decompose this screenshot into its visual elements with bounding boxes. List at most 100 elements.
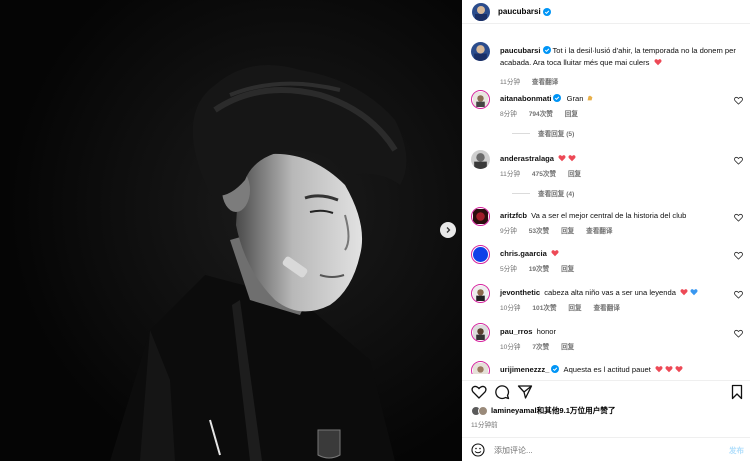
emoji-icon[interactable] bbox=[471, 443, 485, 457]
view-replies-link[interactable]: 查看回复 (4) bbox=[512, 188, 574, 198]
heart-icon bbox=[675, 366, 683, 373]
comment-username[interactable]: aritzfcb bbox=[500, 211, 527, 220]
commenter-avatar[interactable] bbox=[471, 361, 490, 374]
player-photo-image bbox=[0, 0, 462, 461]
like-comment-heart-icon[interactable] bbox=[734, 96, 743, 105]
heart-icon bbox=[568, 155, 576, 162]
comment-input[interactable] bbox=[494, 443, 694, 457]
caption-username[interactable]: paucubarsi bbox=[500, 46, 541, 55]
post-time: 11分钟前 bbox=[471, 422, 498, 429]
reply-button[interactable]: 回复 bbox=[561, 266, 574, 273]
comment-text: aritzfcb Va a ser el mejor central de la… bbox=[500, 210, 736, 222]
comment-text: pau_rros honor bbox=[500, 326, 736, 338]
like-comment-heart-icon[interactable] bbox=[734, 213, 743, 222]
comment-meta: 10分钟 7次赞 回复 bbox=[500, 341, 584, 351]
save-bookmark-icon[interactable] bbox=[729, 384, 745, 400]
like-comment-heart-icon[interactable] bbox=[734, 156, 743, 165]
heart-icon bbox=[654, 59, 662, 66]
comment-meta: 8分钟 794次赞 回复 bbox=[500, 108, 588, 118]
liker-avatar bbox=[478, 405, 488, 416]
translate-link[interactable]: 查看翻译 bbox=[593, 305, 619, 312]
comment-time: 5分钟 bbox=[500, 266, 517, 273]
likes-summary[interactable]: lamineyamal和其他9.1万位用户赞了 bbox=[471, 405, 616, 416]
commenter-avatar[interactable] bbox=[471, 284, 490, 303]
comment-meta: 11分钟 475次赞 回复 bbox=[500, 168, 591, 178]
reply-button[interactable]: 回复 bbox=[561, 344, 574, 351]
comment-likes[interactable]: 19次赞 bbox=[529, 266, 550, 273]
caption-text: paucubarsi Tot i la desil·lusió d'ahir, … bbox=[500, 45, 736, 69]
comment-text: chris.gaarcia bbox=[500, 248, 736, 260]
comment-likes[interactable]: 475次赞 bbox=[532, 171, 556, 178]
commenter-avatar[interactable] bbox=[471, 150, 490, 169]
comment-meta: 10分钟 101次赞 回复 查看翻译 bbox=[500, 302, 630, 312]
comment-bubble-icon[interactable] bbox=[494, 384, 510, 400]
next-photo-button[interactable] bbox=[440, 222, 456, 238]
comment-body: Aquesta es l actitud pauet bbox=[563, 365, 651, 374]
like-comment-heart-icon[interactable] bbox=[734, 329, 743, 338]
translate-link[interactable]: 查看翻译 bbox=[586, 228, 612, 235]
comment-item: urijimenezzz_ Aquesta es l actitud pauet bbox=[471, 361, 747, 374]
post-comment-button[interactable]: 发布 bbox=[729, 445, 744, 456]
translate-link[interactable]: 查看翻译 bbox=[532, 79, 558, 86]
reply-button[interactable]: 回复 bbox=[561, 228, 574, 235]
comment-time: 9分钟 bbox=[500, 228, 517, 235]
comment-username[interactable]: jevonthetic bbox=[500, 288, 540, 297]
comment-time: 10分钟 bbox=[500, 305, 521, 312]
comment-list: paucubarsi Tot i la desil·lusió d'ahir, … bbox=[462, 34, 750, 374]
comment-item: aitanabonmati Gran 8分钟 794次赞 回复 查看回复 (5) bbox=[471, 90, 747, 140]
comment-meta: 5分钟 19次赞 回复 bbox=[500, 263, 584, 273]
like-comment-heart-icon[interactable] bbox=[734, 251, 743, 260]
post-photo bbox=[0, 0, 462, 461]
comment-text: aitanabonmati Gran bbox=[500, 93, 736, 105]
comment-body: honor bbox=[536, 327, 557, 336]
caption-time: 11分钟 bbox=[500, 79, 521, 86]
heart-icon bbox=[655, 366, 663, 373]
comment-item: pau_rros honor 10分钟 7次赞 回复 bbox=[471, 323, 747, 355]
blue-heart-icon bbox=[690, 289, 698, 296]
post-header: paucubarsi bbox=[462, 0, 750, 24]
comment-username[interactable]: urijimenezzz_ bbox=[500, 365, 549, 374]
like-heart-icon[interactable] bbox=[471, 384, 487, 400]
like-comment-heart-icon[interactable] bbox=[734, 290, 743, 299]
verified-badge-icon bbox=[542, 46, 551, 54]
comment-username[interactable]: chris.gaarcia bbox=[500, 249, 547, 258]
author-username[interactable]: paucubarsi bbox=[498, 7, 541, 16]
commenter-avatar[interactable] bbox=[471, 207, 490, 226]
comment-text: jevonthetic cabeza alta niño vas a ser u… bbox=[500, 287, 736, 299]
comment-meta: 9分钟 53次赞 回复 查看翻译 bbox=[500, 225, 622, 235]
author-avatar[interactable] bbox=[472, 2, 490, 21]
comment-item: jevonthetic cabeza alta niño vas a ser u… bbox=[471, 284, 747, 316]
commenter-avatar[interactable] bbox=[471, 245, 490, 264]
comment-text: urijimenezzz_ Aquesta es l actitud pauet bbox=[500, 364, 736, 374]
comment-item: aritzfcb Va a ser el mejor central de la… bbox=[471, 207, 747, 239]
comment-username[interactable]: pau_rros bbox=[500, 327, 533, 336]
commenter-avatar[interactable] bbox=[471, 323, 490, 342]
verified-badge-icon bbox=[553, 94, 562, 102]
author-avatar[interactable] bbox=[471, 42, 490, 61]
comment-username[interactable]: anderastralaga bbox=[500, 154, 554, 163]
reply-button[interactable]: 回复 bbox=[565, 111, 578, 118]
comment-likes[interactable]: 7次赞 bbox=[532, 344, 549, 351]
view-replies-link[interactable]: 查看回复 (5) bbox=[512, 128, 574, 138]
share-paper-plane-icon[interactable] bbox=[517, 384, 533, 400]
comment-body: Gran bbox=[566, 94, 584, 103]
commenter-avatar[interactable] bbox=[471, 90, 490, 109]
comment-time: 10分钟 bbox=[500, 344, 521, 351]
comments-panel: paucubarsi paucubarsi Tot i la desil·lus… bbox=[462, 0, 750, 461]
comment-item: chris.gaarcia 5分钟 19次赞 回复 bbox=[471, 245, 747, 277]
comment-likes[interactable]: 794次赞 bbox=[529, 111, 553, 118]
comment-likes[interactable]: 53次赞 bbox=[529, 228, 550, 235]
comment-body: cabeza alta niño vas a ser una leyenda bbox=[544, 288, 676, 297]
verified-badge-icon bbox=[542, 7, 551, 16]
comment-username[interactable]: aitanabonmati bbox=[500, 94, 551, 103]
comment-likes[interactable]: 101次赞 bbox=[532, 305, 556, 312]
reply-button[interactable]: 回复 bbox=[568, 305, 581, 312]
post-actions bbox=[462, 380, 750, 402]
caption-meta: 11分钟 查看翻译 bbox=[500, 76, 568, 86]
reply-button[interactable]: 回复 bbox=[568, 171, 581, 178]
verified-badge-icon bbox=[551, 365, 560, 373]
heart-icon bbox=[551, 250, 559, 257]
heart-icon bbox=[680, 289, 688, 296]
comment-time: 11分钟 bbox=[500, 171, 521, 178]
caption: paucubarsi Tot i la desil·lusió d'ahir, … bbox=[471, 42, 747, 86]
